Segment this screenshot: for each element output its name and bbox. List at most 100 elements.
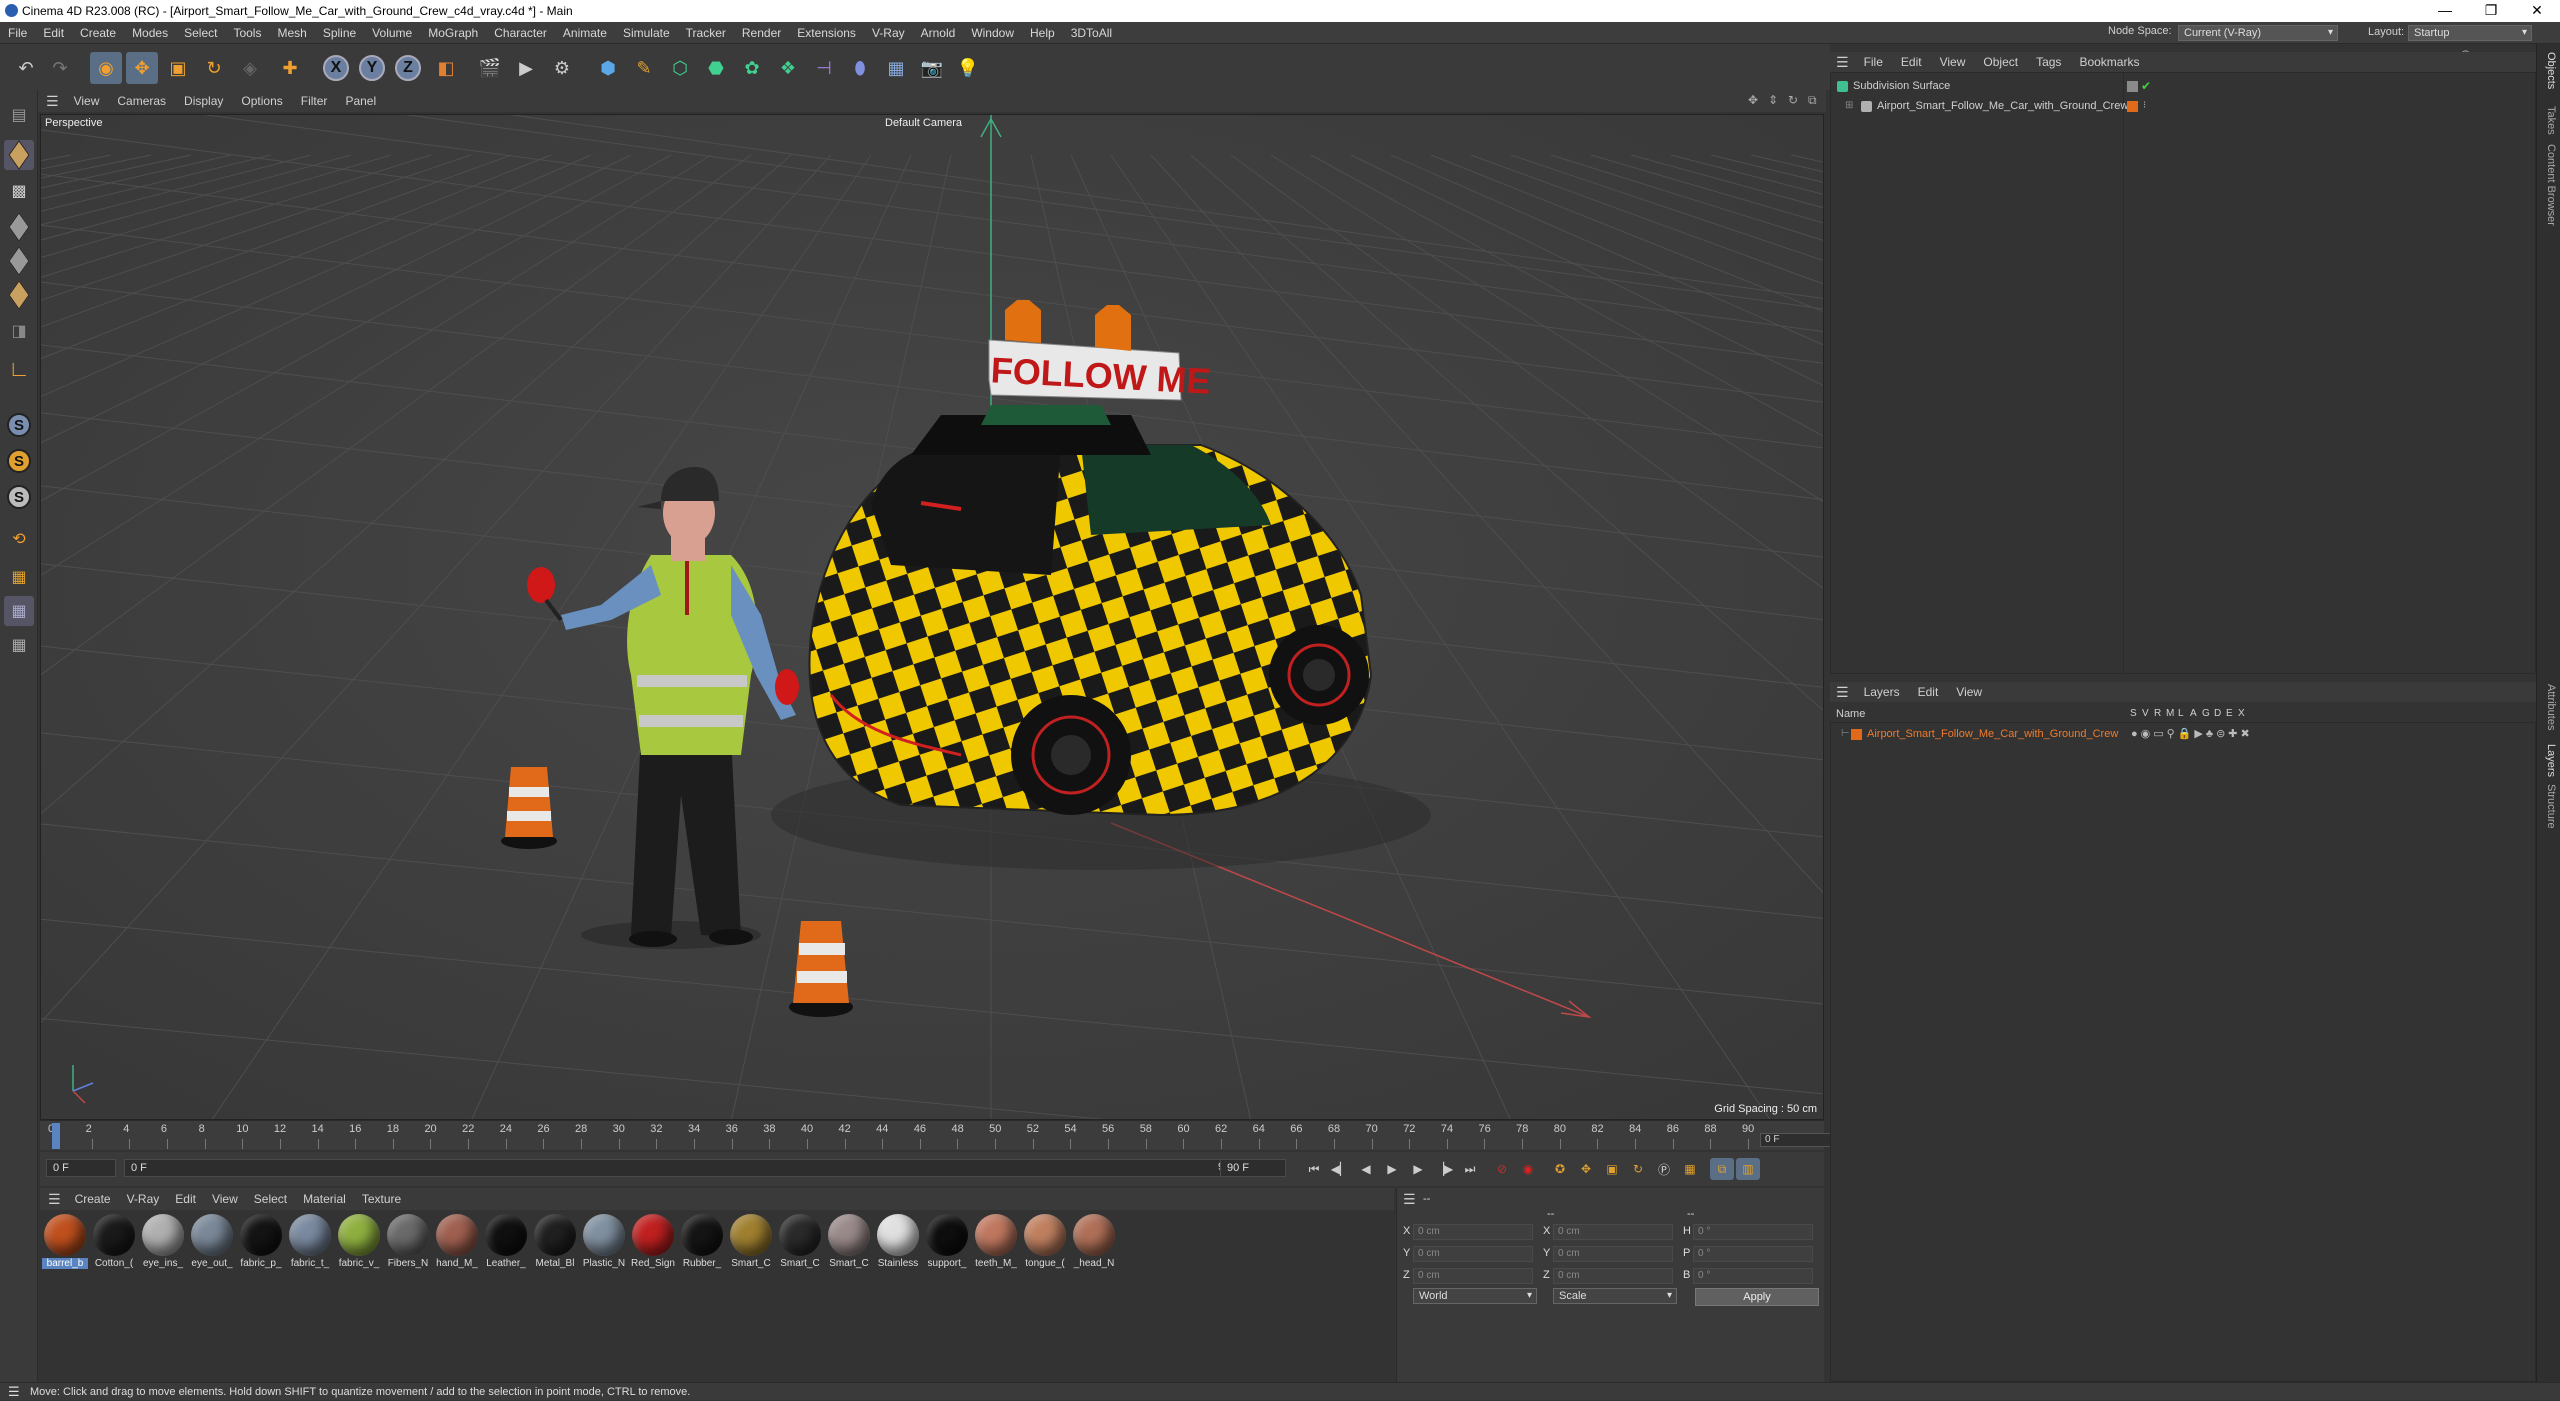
viewport-rotate-icon[interactable]: ↻: [1788, 93, 1798, 107]
menu-help[interactable]: Help: [1022, 22, 1063, 44]
coord-value-field[interactable]: 0 cm: [1413, 1224, 1533, 1240]
scale-button[interactable]: ▣: [162, 52, 194, 84]
menu-render[interactable]: Render: [734, 22, 789, 44]
menu-v-ray[interactable]: V-Ray: [864, 22, 913, 44]
menu-animate[interactable]: Animate: [555, 22, 615, 44]
material-swatch[interactable]: tongue_(: [1022, 1214, 1068, 1269]
field-button[interactable]: ⬮: [844, 52, 876, 84]
autokey-button[interactable]: ◉: [1516, 1158, 1540, 1180]
material-swatch[interactable]: Red_Sign: [630, 1214, 676, 1269]
coords-hamburger-icon[interactable]: ☰: [1403, 1191, 1416, 1208]
workplane-button[interactable]: ⟲: [4, 524, 34, 554]
point-level-key-button[interactable]: ▦: [1678, 1158, 1702, 1180]
prev-key-button[interactable]: ◀▏: [1328, 1158, 1352, 1180]
play-button[interactable]: ▶: [1380, 1158, 1404, 1180]
material-swatch[interactable]: barrel_b: [42, 1214, 88, 1269]
viewport-hamburger-icon[interactable]: ☰: [38, 93, 65, 110]
live-selection-button[interactable]: ◉: [90, 52, 122, 84]
right-tab-takes[interactable]: Takes: [2545, 106, 2557, 135]
layer-menu-layers[interactable]: Layers: [1855, 682, 1909, 702]
timeline-window-button[interactable]: ⧉: [1710, 1158, 1734, 1180]
array-button[interactable]: ⬣: [700, 52, 732, 84]
viewport-menu-cameras[interactable]: Cameras: [108, 90, 175, 112]
viewport-perspective-label[interactable]: Perspective: [45, 117, 102, 129]
camera-button[interactable]: 📷: [916, 52, 948, 84]
texture-mode-button[interactable]: ▩: [4, 176, 34, 206]
transform-button[interactable]: ✚: [274, 52, 306, 84]
material-menu-material[interactable]: Material: [295, 1188, 354, 1210]
viewport-camera-label[interactable]: Default Camera: [885, 117, 962, 129]
recent-tools-button[interactable]: ◈: [234, 52, 266, 84]
3d-viewport[interactable]: FOLLOW ME Perspective Default Camera Gri…: [40, 114, 1824, 1120]
expand-toggle-icon[interactable]: ⊞: [1845, 97, 1853, 115]
material-hamburger-icon[interactable]: ☰: [40, 1191, 67, 1208]
coord-mode-dropdown[interactable]: World: [1413, 1288, 1537, 1304]
coord-value-field[interactable]: 0 cm: [1413, 1268, 1533, 1284]
locked-workplane-button[interactable]: ▦: [4, 562, 34, 592]
menu-modes[interactable]: Modes: [124, 22, 176, 44]
record-keys-button[interactable]: ⊘: [1490, 1158, 1514, 1180]
material-swatch[interactable]: hand_M_: [434, 1214, 480, 1269]
object-row-subdivision[interactable]: Subdivision Surface ✔: [1831, 77, 2531, 95]
frame-slider-field[interactable]: 0 F: [124, 1159, 1244, 1177]
menu-arnold[interactable]: Arnold: [913, 22, 964, 44]
layer-flag-icons[interactable]: ●◉▭⚲🔒▶♣⊜✚✖: [2131, 725, 2253, 743]
visibility-dots-icon[interactable]: ⁝: [2143, 97, 2146, 115]
viewport-zoom-icon[interactable]: ⇕: [1768, 93, 1778, 107]
polygons-mode-button[interactable]: [4, 280, 34, 310]
layers-hamburger-icon[interactable]: ☰: [1830, 684, 1855, 701]
material-swatch[interactable]: eye_out_: [189, 1214, 235, 1269]
menu-spline[interactable]: Spline: [315, 22, 364, 44]
coord-scale-dropdown[interactable]: Scale: [1553, 1288, 1677, 1304]
render-region-button[interactable]: 🎬: [474, 52, 506, 84]
y-axis-lock-button[interactable]: Y: [356, 52, 388, 84]
render-view-button[interactable]: ▶: [510, 52, 542, 84]
menu-create[interactable]: Create: [72, 22, 124, 44]
right-tab-objects[interactable]: Objects: [2545, 52, 2557, 89]
timeline-ruler[interactable]: 0246810121416182022242628303234363840424…: [40, 1120, 1860, 1150]
material-swatch[interactable]: Leather_: [483, 1214, 529, 1269]
menu-volume[interactable]: Volume: [364, 22, 420, 44]
viewport-menu-view[interactable]: View: [65, 90, 109, 112]
viewport-move-icon[interactable]: ✥: [1748, 93, 1758, 107]
close-button[interactable]: ✕: [2514, 0, 2560, 22]
axis-mode-button[interactable]: ∟: [4, 354, 34, 384]
menu-window[interactable]: Window: [963, 22, 1022, 44]
right-tab-attributes[interactable]: Attributes: [2545, 684, 2557, 730]
object-menu-edit[interactable]: Edit: [1892, 52, 1931, 72]
grid-button[interactable]: ▦: [4, 630, 34, 660]
material-swatch[interactable]: fabric_t_: [287, 1214, 333, 1269]
layer-row[interactable]: ⊢ Airport_Smart_Follow_Me_Car_with_Groun…: [1831, 725, 2531, 743]
coord-value-field[interactable]: 0 cm: [1553, 1268, 1673, 1284]
coord-value-field[interactable]: 0 cm: [1553, 1224, 1673, 1240]
coord-value-field[interactable]: 0 °: [1693, 1268, 1813, 1284]
material-swatch[interactable]: Rubber_: [679, 1214, 725, 1269]
menu-mograph[interactable]: MoGraph: [420, 22, 486, 44]
light-button[interactable]: 💡: [952, 52, 984, 84]
object-menu-view[interactable]: View: [1931, 52, 1975, 72]
material-swatch[interactable]: Cotton_(: [91, 1214, 137, 1269]
material-swatch[interactable]: _head_N: [1071, 1214, 1117, 1269]
viewport-menu-display[interactable]: Display: [175, 90, 232, 112]
viewport-menu-options[interactable]: Options: [232, 90, 291, 112]
menu-tracker[interactable]: Tracker: [678, 22, 734, 44]
x-axis-lock-button[interactable]: X: [320, 52, 352, 84]
undo-button[interactable]: ↶: [10, 52, 42, 84]
rotation-key-button[interactable]: ↻: [1626, 1158, 1650, 1180]
object-column-divider[interactable]: [2123, 73, 2124, 673]
timeline-playhead[interactable]: [52, 1123, 60, 1149]
planar-workplane-button[interactable]: ▦: [4, 596, 34, 626]
viewport-menu-filter[interactable]: Filter: [292, 90, 337, 112]
menu-character[interactable]: Character: [486, 22, 555, 44]
material-swatch[interactable]: Smart_C: [728, 1214, 774, 1269]
next-frame-button[interactable]: ▶: [1406, 1158, 1430, 1180]
pen-tool-button[interactable]: ✎: [628, 52, 660, 84]
render-settings-button[interactable]: ⚙: [546, 52, 578, 84]
position-key-button[interactable]: ✥: [1574, 1158, 1598, 1180]
cube-object-button[interactable]: ⬢: [592, 52, 624, 84]
prev-frame-button[interactable]: ◀: [1354, 1158, 1378, 1180]
menu-simulate[interactable]: Simulate: [615, 22, 678, 44]
points-mode-button[interactable]: [4, 212, 34, 242]
move-button[interactable]: ✥: [126, 52, 158, 84]
material-swatch[interactable]: Fibers_N: [385, 1214, 431, 1269]
